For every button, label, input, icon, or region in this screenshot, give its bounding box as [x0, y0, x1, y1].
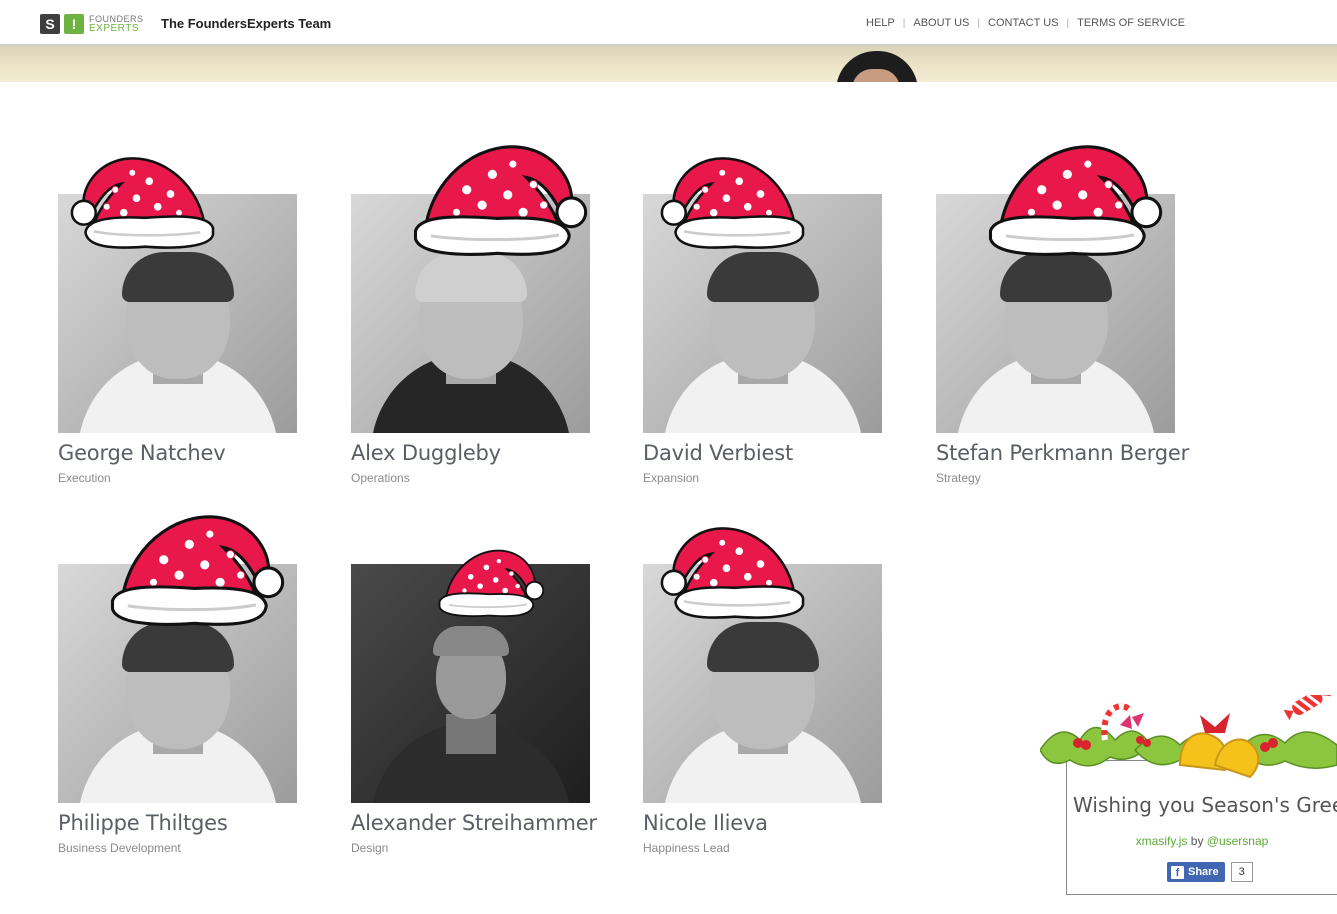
- santa-hat-icon: [92, 495, 297, 645]
- santa-hat-icon: [427, 538, 552, 628]
- top-nav-bar: S ! FOUNDERS EXPERTS The FoundersExperts…: [0, 0, 1337, 45]
- team-member-role: Happiness Lead: [643, 841, 730, 855]
- team-member-name: Nicole Ilieva: [643, 811, 768, 835]
- team-member-name: David Verbiest: [643, 441, 794, 465]
- team-member-name: George Natchev: [58, 441, 226, 465]
- page-title: The FoundersExperts Team: [161, 16, 332, 31]
- santa-hat-icon: [650, 510, 820, 635]
- facebook-share-widget: f Share 3: [1167, 862, 1253, 882]
- nav-terms-of-service-link[interactable]: TERMS OF SERVICE: [1077, 17, 1185, 29]
- founders-experts-logo[interactable]: S ! FOUNDERS EXPERTS: [40, 14, 144, 34]
- hero-banner-image: [0, 45, 1337, 82]
- facebook-share-button[interactable]: f Share: [1167, 862, 1225, 882]
- xmasify-link[interactable]: xmasify.js: [1136, 834, 1188, 848]
- logo-text: FOUNDERS EXPERTS: [89, 15, 144, 34]
- team-member-role: Strategy: [936, 471, 981, 485]
- xmasify-credit: xmasify.js by @usersnap: [1067, 834, 1337, 848]
- santa-hat-icon: [395, 125, 600, 275]
- nav-separator: |: [902, 17, 906, 29]
- team-member-role: Business Development: [58, 841, 181, 855]
- santa-hat-icon: [970, 125, 1175, 275]
- team-member-role: Expansion: [643, 471, 700, 485]
- nav-about-us-link[interactable]: ABOUT US: [913, 17, 969, 29]
- team-member-name: Philippe Thiltges: [58, 811, 228, 835]
- logo-line-2: EXPERTS: [89, 23, 139, 34]
- holly-garland-icon: [1040, 695, 1337, 779]
- team-member-name: Alex Duggleby: [351, 441, 501, 465]
- main-nav: HELP | ABOUT US | CONTACT US | TERMS OF …: [866, 17, 1185, 29]
- team-member-role: Design: [351, 841, 389, 855]
- team-member-role: Operations: [351, 471, 410, 485]
- logo-s-mark: S: [40, 14, 60, 34]
- nav-separator: |: [1066, 17, 1070, 29]
- nav-separator: |: [977, 17, 980, 29]
- facebook-icon: f: [1171, 865, 1184, 879]
- santa-hat-icon: [60, 140, 230, 265]
- nav-contact-us-link[interactable]: CONTACT US: [988, 17, 1059, 29]
- logo-exclamation-mark: !: [64, 14, 84, 34]
- usersnap-link[interactable]: @usersnap: [1207, 834, 1269, 848]
- team-member-name: Alexander Streihammer: [351, 811, 597, 835]
- season-greetings-title: Wishing you Season's Greeti: [1073, 793, 1337, 817]
- nav-help-link[interactable]: HELP: [866, 17, 895, 29]
- team-member-name: Stefan Perkmann Berger: [936, 441, 1190, 465]
- season-greetings-popup: Wishing you Season's Greeti xmasify.js b…: [1066, 760, 1337, 895]
- share-count-badge: 3: [1230, 862, 1253, 882]
- share-button-label: Share: [1188, 866, 1219, 878]
- team-member-role: Execution: [58, 471, 111, 485]
- credit-by-text: by: [1187, 834, 1207, 848]
- santa-hat-icon: [650, 140, 820, 265]
